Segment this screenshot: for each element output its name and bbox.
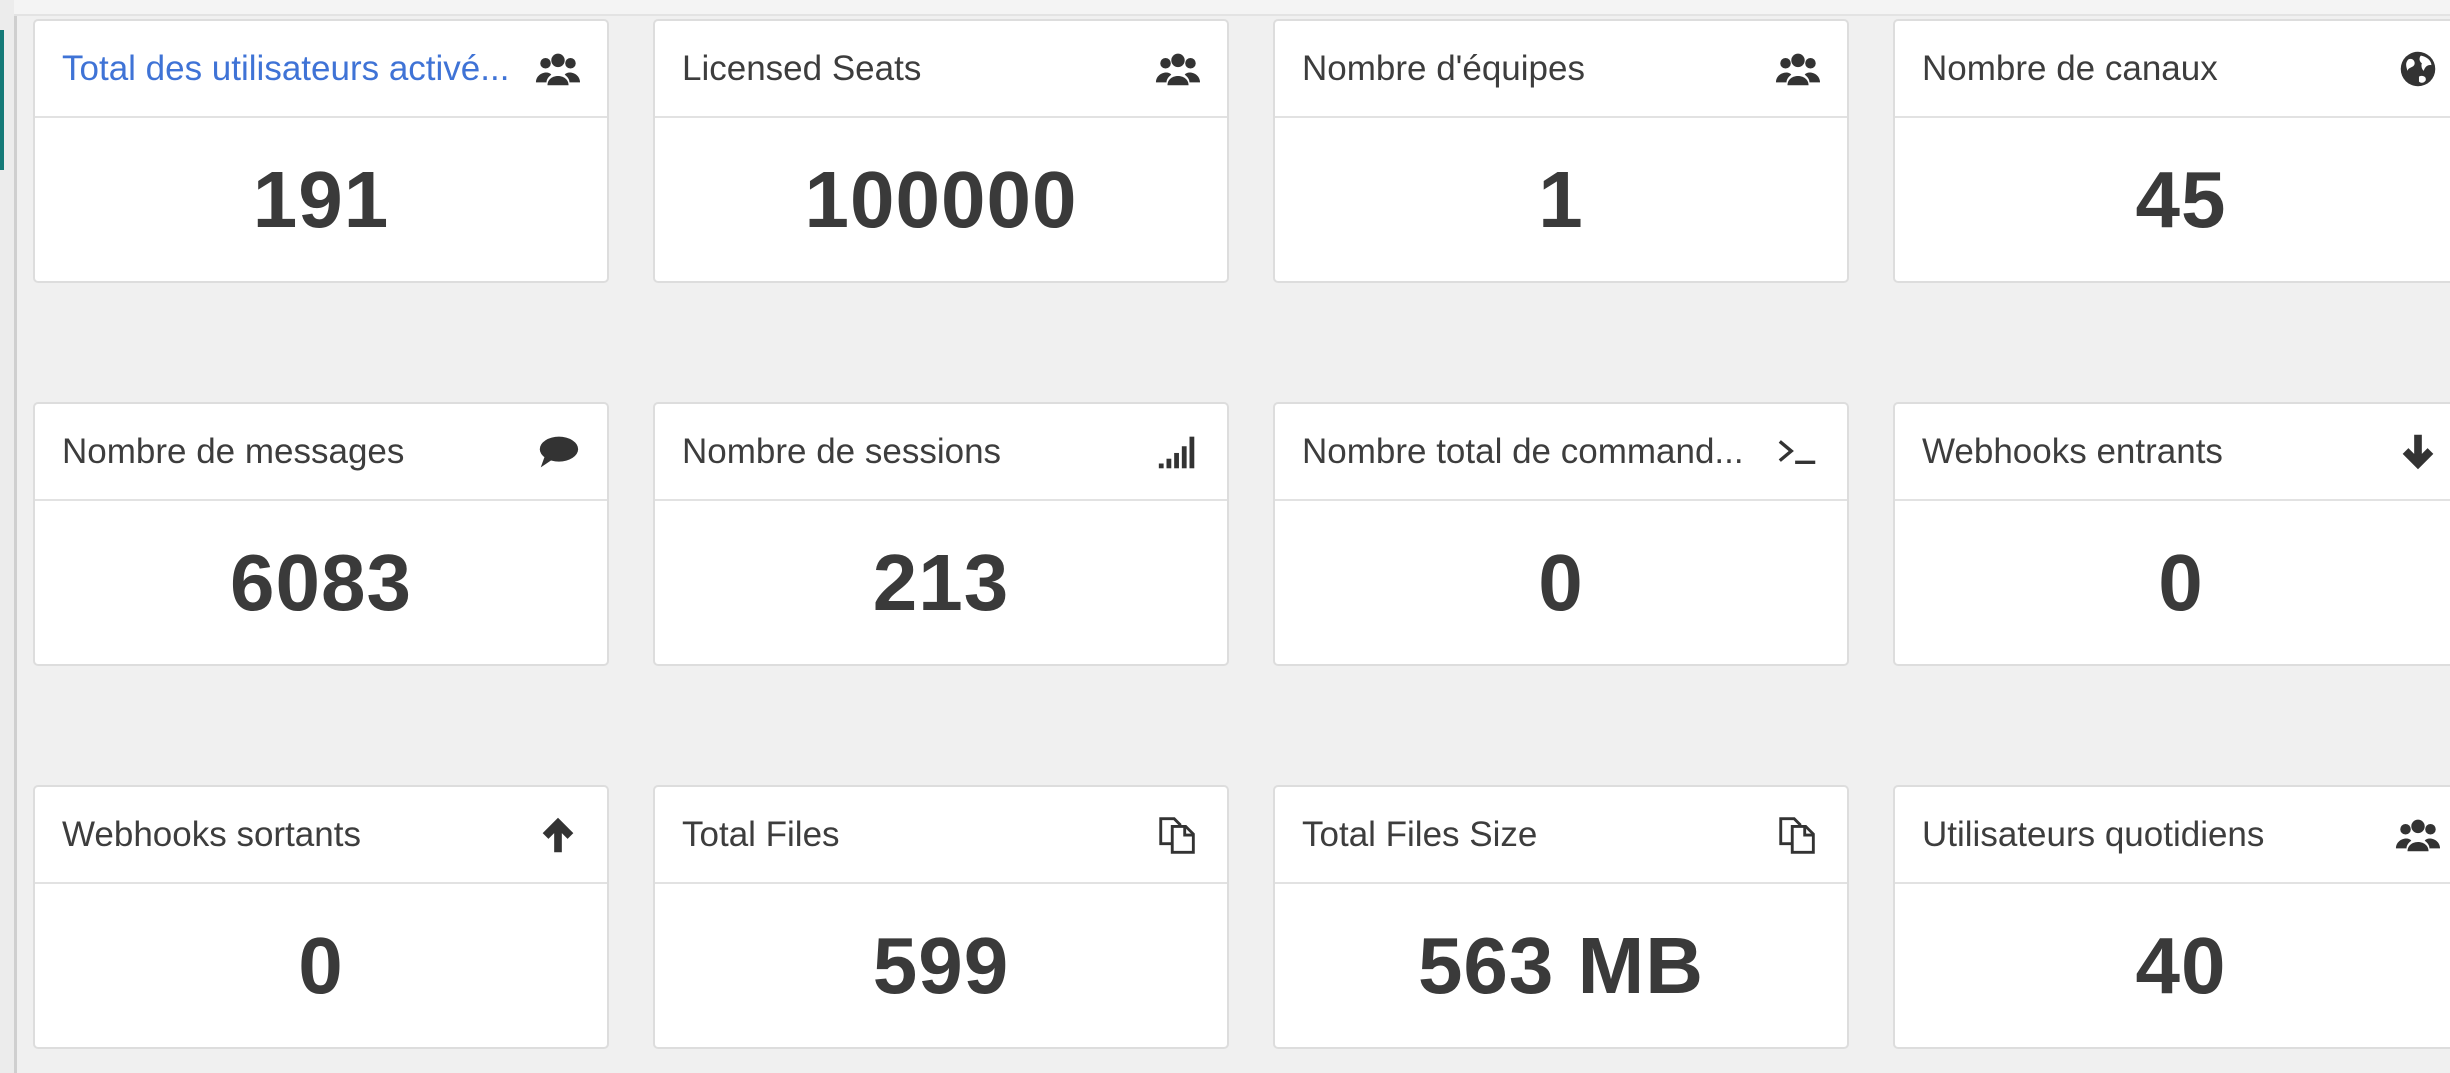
stat-title: Total Files [682, 814, 840, 854]
stat-value: 45 [2135, 154, 2227, 244]
stat-value: 1 [1538, 154, 1584, 244]
users-icon [535, 46, 581, 92]
stat-value: 213 [872, 537, 1010, 627]
users-icon [2395, 812, 2441, 858]
files-icon [1155, 812, 1201, 858]
stat-value: 0 [1538, 537, 1584, 627]
stat-value: 100000 [804, 154, 1078, 244]
stat-card-total-files: Total Files 599 [653, 785, 1229, 1049]
globe-icon [2395, 46, 2441, 92]
stat-card-channel-count: Nombre de canaux 45 [1893, 19, 2450, 283]
stat-card-total-active-users: Total des utilisateurs activé... 191 [33, 19, 609, 283]
users-icon [1775, 46, 1821, 92]
stat-title: Utilisateurs quotidiens [1922, 814, 2265, 854]
stat-title[interactable]: Total des utilisateurs activé... [62, 49, 509, 89]
sidebar-active-indicator [0, 30, 4, 170]
stat-card-licensed-seats: Licensed Seats 100000 [653, 19, 1229, 283]
stat-title: Licensed Seats [682, 48, 922, 88]
stat-title: Total Files Size [1302, 814, 1538, 854]
stat-title: Nombre de messages [62, 431, 405, 471]
stat-card-total-files-size: Total Files Size 563 MB [1273, 785, 1849, 1049]
files-icon [1775, 812, 1821, 858]
users-icon [1155, 46, 1201, 92]
stat-card-message-count: Nombre de messages 6083 [33, 402, 609, 666]
stat-title: Webhooks sortants [62, 814, 361, 854]
terminal-icon [1775, 429, 1821, 475]
stat-card-command-count: Nombre total de command... 0 [1273, 402, 1849, 666]
stat-value: 0 [298, 920, 344, 1010]
stat-card-session-count: Nombre de sessions 213 [653, 402, 1229, 666]
stat-title: Webhooks entrants [1922, 431, 2223, 471]
stat-title: Nombre de sessions [682, 431, 1002, 471]
left-sidebar-edge [0, 0, 17, 1073]
arrow-down-icon [2395, 429, 2441, 475]
signal-icon [1155, 429, 1201, 475]
stat-card-outgoing-webhooks: Webhooks sortants 0 [33, 785, 609, 1049]
top-divider [14, 0, 2450, 16]
stat-value: 191 [252, 154, 390, 244]
stat-value: 0 [2158, 537, 2204, 627]
stat-value: 599 [872, 920, 1010, 1010]
stat-card-incoming-webhooks: Webhooks entrants 0 [1893, 402, 2450, 666]
stat-title: Nombre d'équipes [1302, 48, 1585, 88]
stat-card-daily-users: Utilisateurs quotidiens 40 [1893, 785, 2450, 1049]
comment-icon [535, 429, 581, 475]
stat-title: Nombre de canaux [1922, 48, 2218, 88]
stat-value: 40 [2135, 920, 2227, 1010]
arrow-up-icon [535, 812, 581, 858]
stat-value: 563 MB [1417, 920, 1705, 1010]
stat-title: Nombre total de command... [1302, 431, 1744, 471]
stat-value: 6083 [230, 537, 412, 627]
stat-card-team-count: Nombre d'équipes 1 [1273, 19, 1849, 283]
